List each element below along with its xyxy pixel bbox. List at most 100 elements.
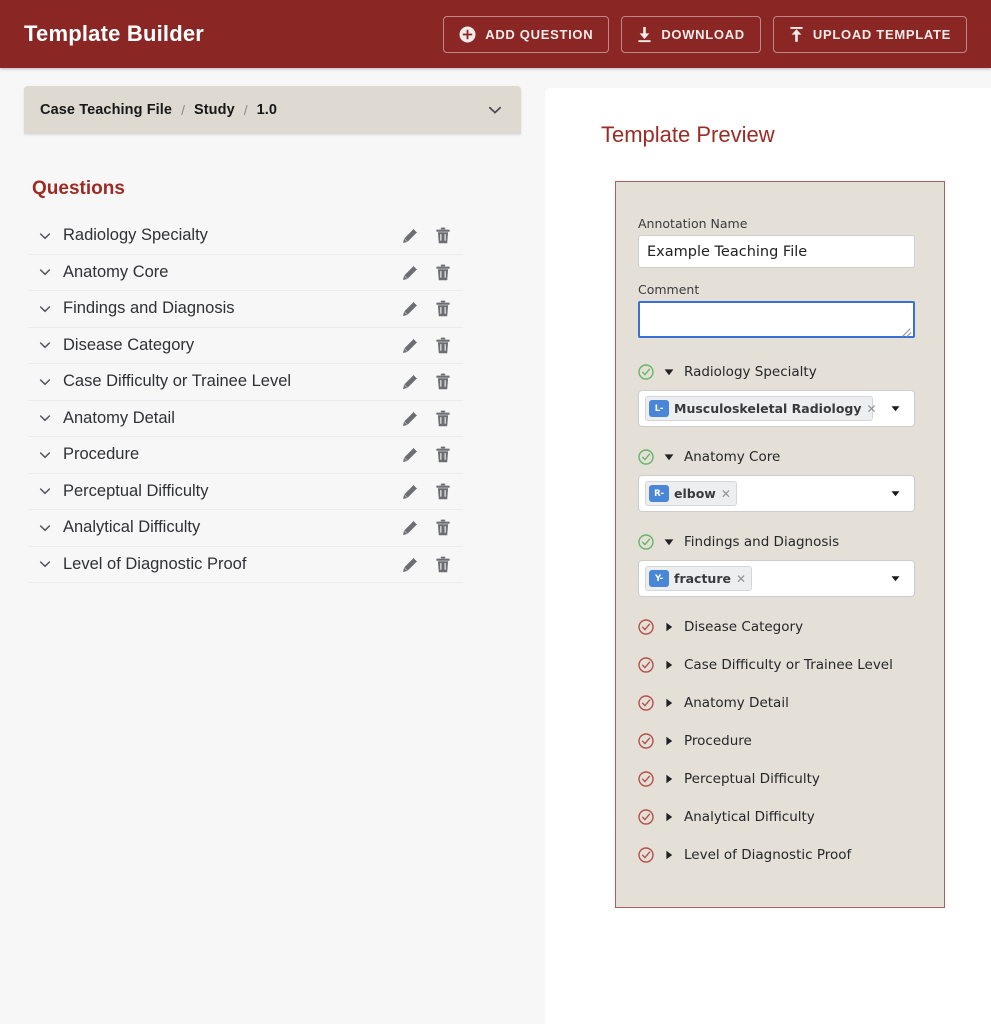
add-question-button[interactable]: ADD QUESTION [443,15,610,53]
upload-icon [789,26,804,43]
caret-down-icon[interactable] [891,574,900,583]
download-button[interactable]: DOWNLOAD [621,15,761,53]
pencil-icon[interactable] [402,300,419,317]
comment-label: Comment [638,282,700,297]
header-actions: ADD QUESTION DOWNLOAD UPLOAD TEMPLATE [443,15,967,53]
preview-group-header[interactable]: Perceptual Difficulty [638,771,926,787]
chevron-down-icon[interactable] [34,410,56,426]
pencil-icon[interactable] [402,227,419,244]
pencil-icon[interactable] [402,410,419,427]
tag-chip[interactable]: R-elbow ✕ [645,481,737,506]
preview-group-header[interactable]: Procedure [638,733,926,749]
preview-group-header[interactable]: Findings and Diagnosis [638,534,926,550]
triangle-right-icon[interactable] [664,774,674,784]
triangle-right-icon[interactable] [664,812,674,822]
caret-down-icon[interactable] [891,404,900,413]
preview-form: Annotation Name Comment Radiology Specia… [615,181,945,908]
chevron-down-icon[interactable] [34,264,56,280]
question-label: Procedure [63,445,140,464]
trash-icon[interactable] [435,373,451,390]
tag-select[interactable]: R-elbow ✕ [638,475,915,512]
close-icon[interactable]: ✕ [867,403,877,415]
preview-group: Anatomy Detail [638,695,926,711]
questions-heading: Questions [32,178,125,199]
triangle-down-icon[interactable] [664,452,674,462]
tag-select[interactable]: L- Musculoskeletal Radiology ✕ [638,390,915,427]
triangle-right-icon[interactable] [664,660,674,670]
comment-field-group: Comment [638,282,926,338]
trash-icon[interactable] [435,556,451,573]
trash-icon[interactable] [435,410,451,427]
close-icon[interactable]: ✕ [736,573,746,585]
trash-icon[interactable] [435,264,451,281]
table-row[interactable]: Perceptual Difficulty [28,474,463,510]
pencil-icon[interactable] [402,483,419,500]
comment-textarea[interactable] [638,301,915,338]
chevron-down-icon[interactable] [34,520,56,536]
pencil-icon[interactable] [402,373,419,390]
pencil-icon[interactable] [402,556,419,573]
table-row[interactable]: Procedure [28,437,463,474]
breadcrumb-item-scope[interactable]: Study [194,102,235,118]
preview-group: Level of Diagnostic Proof [638,847,926,863]
questions-list: Radiology Specialty Anatomy Core Findings … [28,218,463,583]
add-question-label: ADD QUESTION [485,26,594,42]
trash-icon[interactable] [435,519,451,536]
trash-icon[interactable] [435,483,451,500]
table-row[interactable]: Analytical Difficulty [28,510,463,547]
breadcrumb-accordion[interactable]: Case Teaching File / Study / 1.0 [24,86,521,134]
table-row[interactable]: Findings and Diagnosis [28,291,463,328]
preview-group-header[interactable]: Anatomy Core [638,449,926,465]
triangle-right-icon[interactable] [664,736,674,746]
trash-icon[interactable] [435,300,451,317]
breadcrumb-item-version[interactable]: 1.0 [257,102,277,118]
preview-group-header[interactable]: Case Difficulty or Trainee Level [638,657,926,673]
trash-icon[interactable] [435,227,451,244]
upload-template-label: UPLOAD TEMPLATE [812,26,951,42]
triangle-down-icon[interactable] [664,367,674,377]
table-row[interactable]: Radiology Specialty [28,218,463,255]
preview-group-label: Anatomy Detail [684,695,789,711]
check-circle-icon [638,364,654,380]
breadcrumb-item-collection[interactable]: Case Teaching File [40,102,172,118]
chevron-down-icon[interactable] [34,447,56,463]
preview-group-header[interactable]: Radiology Specialty [638,364,926,380]
table-row[interactable]: Disease Category [28,328,463,364]
pencil-icon[interactable] [402,446,419,463]
chevron-down-icon[interactable] [34,228,56,244]
tag-chip[interactable]: L- Musculoskeletal Radiology ✕ [645,396,877,421]
annotation-name-input[interactable] [638,235,915,268]
table-row[interactable]: Level of Diagnostic Proof [28,547,463,583]
check-circle-icon [638,449,654,465]
trash-icon[interactable] [435,446,451,463]
preview-group-header[interactable]: Level of Diagnostic Proof [638,847,926,863]
preview-group-header[interactable]: Disease Category [638,619,926,635]
triangle-down-icon[interactable] [664,537,674,547]
preview-group: Anatomy Core R-elbow ✕ [638,449,926,512]
table-row[interactable]: Anatomy Core [28,255,463,291]
chevron-down-icon[interactable] [34,374,56,390]
trash-icon[interactable] [435,337,451,354]
pencil-icon[interactable] [402,264,419,281]
triangle-right-icon[interactable] [664,622,674,632]
upload-template-button[interactable]: UPLOAD TEMPLATE [772,15,967,53]
chevron-down-icon[interactable] [34,337,56,353]
preview-group-header[interactable]: Anatomy Detail [638,695,926,711]
triangle-right-icon[interactable] [664,850,674,860]
caret-down-icon[interactable] [891,489,900,498]
chevron-down-icon[interactable] [485,100,505,120]
tag-chip[interactable]: Y-fracture ✕ [645,566,753,591]
pencil-icon[interactable] [402,337,419,354]
pencil-icon[interactable] [402,519,419,536]
tag-select[interactable]: Y-fracture ✕ [638,560,915,597]
close-icon[interactable]: ✕ [721,488,731,500]
table-row[interactable]: Case Difficulty or Trainee Level [28,364,463,401]
row-actions [402,264,451,281]
chevron-down-icon[interactable] [34,301,56,317]
triangle-right-icon[interactable] [664,698,674,708]
chevron-down-icon[interactable] [34,483,56,499]
preview-group: Disease Category [638,619,926,635]
preview-group-header[interactable]: Analytical Difficulty [638,809,926,825]
chevron-down-icon[interactable] [34,556,56,572]
table-row[interactable]: Anatomy Detail [28,401,463,437]
